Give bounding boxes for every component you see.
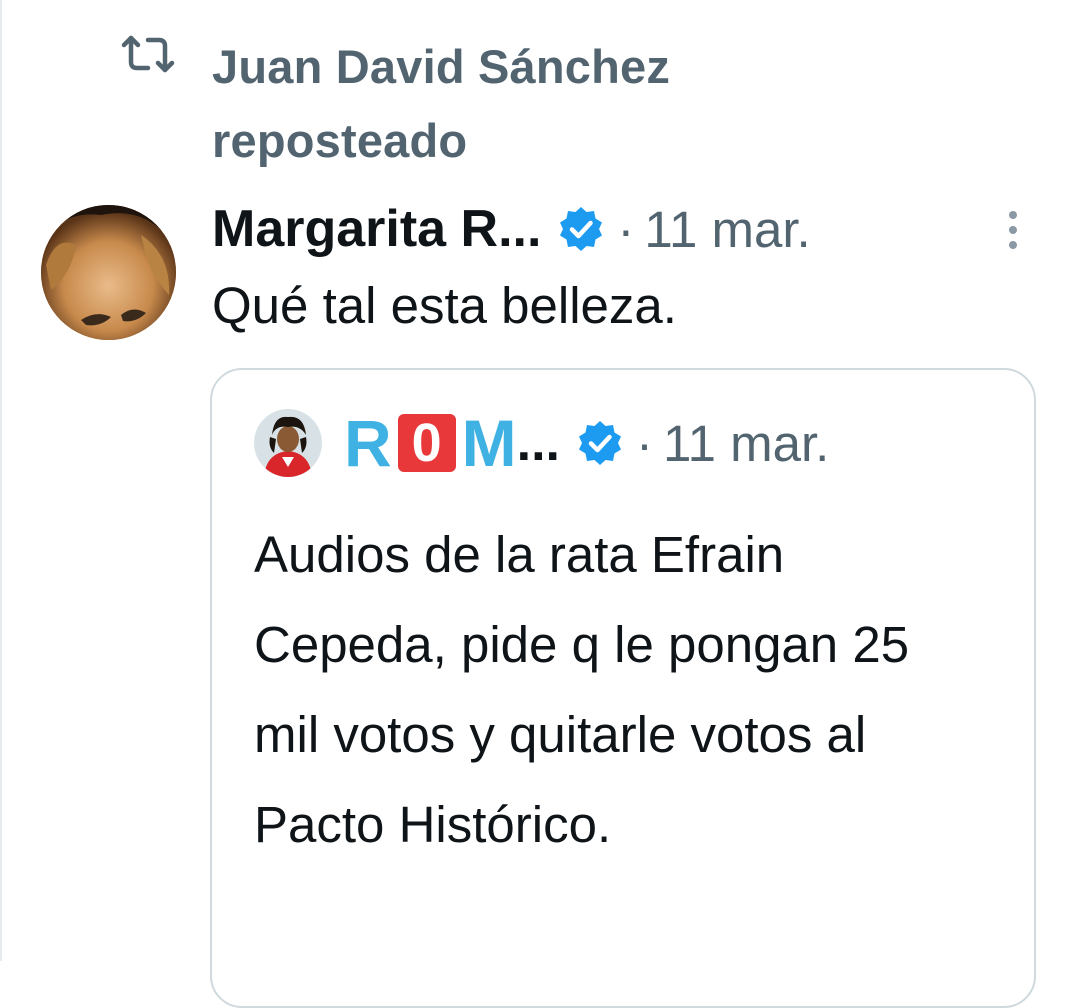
quote-author-letter-zero[interactable]: 0 [397, 414, 456, 472]
tweet-header: Margarita R... · 11 mar. [212, 192, 972, 266]
quote-author-letter-m[interactable]: M [462, 408, 517, 478]
quote-author-letter-r[interactable]: R [344, 408, 392, 478]
quoted-tweet-card[interactable]: R 0 M ... · 11 mar. Audios de la rata Ef… [210, 368, 1036, 1008]
author-avatar[interactable] [41, 205, 176, 340]
quote-date[interactable]: 11 mar. [663, 414, 829, 473]
quote-author-ellipsis: ... [516, 414, 560, 472]
quote-avatar-image [254, 409, 322, 477]
left-edge-divider [0, 0, 2, 961]
repost-label: Juan David Sánchez reposteado [212, 40, 671, 167]
quote-author-avatar[interactable] [254, 409, 322, 477]
repost-icon [121, 35, 175, 73]
tweet-date[interactable]: 11 mar. [644, 200, 810, 259]
separator-dot: · [617, 200, 635, 258]
more-vertical-icon[interactable] [1002, 208, 1024, 252]
verified-badge-icon [560, 207, 603, 251]
tweet-text: Qué tal esta belleza. [212, 277, 677, 334]
author-name[interactable]: Margarita R... [212, 199, 541, 259]
quote-separator-dot: · [636, 414, 653, 472]
avatar-image [41, 205, 176, 340]
quote-verified-badge-icon [579, 421, 621, 465]
quote-header: R 0 M ... · 11 mar. [254, 408, 829, 478]
quote-text: Audios de la rata Efrain Cepeda, pide q … [254, 526, 910, 853]
